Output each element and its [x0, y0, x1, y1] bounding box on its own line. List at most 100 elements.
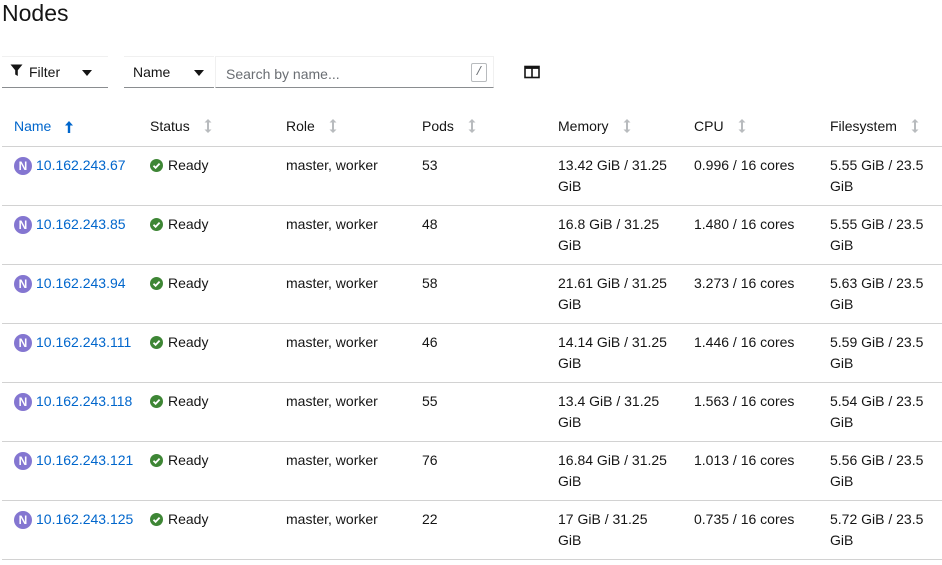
cell-memory: 16.8 GiB / 31.25 GiB: [546, 205, 682, 265]
check-circle-icon: [150, 393, 163, 414]
node-resource-badge-icon: N: [14, 452, 32, 470]
cell-status: Ready: [138, 323, 274, 383]
caret-down-icon: [82, 70, 92, 76]
column-header-cpu[interactable]: CPU: [682, 108, 818, 147]
node-link[interactable]: 10.162.243.125: [36, 511, 133, 527]
check-circle-icon: [150, 275, 163, 296]
cell-role: master, worker: [274, 500, 410, 560]
cell-pods: 55: [410, 382, 546, 442]
search-field-select[interactable]: Name: [124, 56, 214, 88]
check-circle-icon: [150, 452, 163, 473]
column-header-memory[interactable]: Memory: [546, 108, 682, 147]
cell-cpu: 1.013 / 16 cores: [682, 441, 818, 501]
cell-role: master, worker: [274, 441, 410, 501]
check-circle-icon: [150, 216, 163, 237]
table-row: N 10.162.243.118 Ready master, worker 55 13.4…: [2, 382, 942, 442]
cell-status: Ready: [138, 264, 274, 324]
status-text: Ready: [168, 157, 209, 173]
cell-name: N 10.162.243.125: [2, 500, 138, 560]
cell-memory: 13.4 GiB / 31.25 GiB: [546, 382, 682, 442]
cell-memory: 16.84 GiB / 31.25 GiB: [546, 441, 682, 501]
node-link[interactable]: 10.162.243.121: [36, 452, 133, 468]
cell-pods: 48: [410, 205, 546, 265]
cell-cpu: 1.563 / 16 cores: [682, 382, 818, 442]
status-text: Ready: [168, 275, 209, 291]
page-title: Nodes: [2, 0, 69, 26]
node-link[interactable]: 10.162.243.111: [36, 334, 131, 350]
sort-icon: [911, 119, 919, 136]
cell-name: N 10.162.243.67: [2, 146, 138, 206]
search-input[interactable]: [224, 63, 468, 85]
node-link[interactable]: 10.162.243.67: [36, 157, 126, 173]
column-header-label: Memory: [558, 118, 609, 134]
cell-name: N 10.162.243.111: [2, 323, 138, 383]
cell-role: master, worker: [274, 146, 410, 206]
columns-icon: [524, 65, 540, 79]
cell-name: N 10.162.243.121: [2, 441, 138, 501]
cell-role: master, worker: [274, 382, 410, 442]
cell-filesystem: 5.56 GiB / 23.5 GiB: [818, 441, 942, 501]
cell-role: master, worker: [274, 323, 410, 383]
cell-filesystem: 5.55 GiB / 23.5 GiB: [818, 146, 942, 206]
nodes-table: Name Status Role Pods Memory CPU Filesystem N1…: [2, 108, 942, 560]
node-link[interactable]: 10.162.243.94: [36, 275, 126, 291]
cell-memory: 17 GiB / 31.25 GiB: [546, 500, 682, 560]
node-link[interactable]: 10.162.243.118: [36, 393, 132, 409]
node-resource-badge-icon: N: [14, 511, 32, 529]
column-header-label: CPU: [694, 118, 724, 134]
column-header-role[interactable]: Role: [274, 108, 410, 147]
node-resource-badge-icon: N: [14, 216, 32, 234]
search-box: /: [215, 56, 494, 88]
filter-icon: [10, 64, 23, 80]
cell-filesystem: 5.63 GiB / 23.5 GiB: [818, 264, 942, 324]
filter-dropdown-button[interactable]: Filter: [2, 56, 108, 88]
column-header-label: Role: [286, 118, 315, 134]
table-header-row: Name Status Role Pods Memory CPU Filesystem: [2, 108, 942, 147]
search-field-label: Name: [133, 64, 171, 80]
manage-columns-button[interactable]: [524, 65, 540, 79]
cell-cpu: 1.480 / 16 cores: [682, 205, 818, 265]
cell-name: N 10.162.243.94: [2, 264, 138, 324]
column-header-label: Pods: [422, 118, 454, 134]
shortcut-hint: /: [471, 63, 487, 82]
cell-role: master, worker: [274, 264, 410, 324]
sort-icon: [204, 119, 212, 136]
cell-cpu: 0.735 / 16 cores: [682, 500, 818, 560]
cell-name: N 10.162.243.118: [2, 382, 138, 442]
cell-filesystem: 5.59 GiB / 23.5 GiB: [818, 323, 942, 383]
caret-down-icon: [194, 70, 204, 76]
column-header-filesystem[interactable]: Filesystem: [818, 108, 942, 147]
node-resource-badge-icon: N: [14, 393, 32, 411]
sort-up-arrow-icon: [65, 120, 74, 136]
cell-memory: 21.61 GiB / 31.25 GiB: [546, 264, 682, 324]
cell-pods: 76: [410, 441, 546, 501]
column-header-name[interactable]: Name: [2, 108, 138, 147]
sort-icon: [623, 119, 631, 136]
cell-status: Ready: [138, 146, 274, 206]
cell-filesystem: 5.54 GiB / 23.5 GiB: [818, 382, 942, 442]
toolbar: Filter Name /: [2, 56, 562, 89]
node-resource-badge-icon: N: [14, 275, 32, 293]
cell-pods: 22: [410, 500, 546, 560]
cell-pods: 53: [410, 146, 546, 206]
status-text: Ready: [168, 334, 209, 350]
cell-status: Ready: [138, 382, 274, 442]
cell-role: master, worker: [274, 205, 410, 265]
cell-cpu: 3.273 / 16 cores: [682, 264, 818, 324]
table-row: N 10.162.243.111 Ready master, worker 46 14.1…: [2, 323, 942, 383]
node-link[interactable]: 10.162.243.85: [36, 216, 126, 232]
node-resource-badge-icon: N: [14, 157, 32, 175]
status-text: Ready: [168, 216, 209, 232]
cell-status: Ready: [138, 500, 274, 560]
cell-status: Ready: [138, 441, 274, 501]
column-header-status[interactable]: Status: [138, 108, 274, 147]
cell-status: Ready: [138, 205, 274, 265]
sort-icon: [738, 119, 746, 136]
cell-name: N 10.162.243.85: [2, 205, 138, 265]
check-circle-icon: [150, 157, 163, 178]
table-body: N 10.162.243.67 Ready master, worker 53 13.42…: [2, 146, 942, 560]
table-row: N 10.162.243.67 Ready master, worker 53 13.42…: [2, 146, 942, 206]
column-header-pods[interactable]: Pods: [410, 108, 546, 147]
status-text: Ready: [168, 511, 209, 527]
column-header-label: Status: [150, 118, 190, 134]
